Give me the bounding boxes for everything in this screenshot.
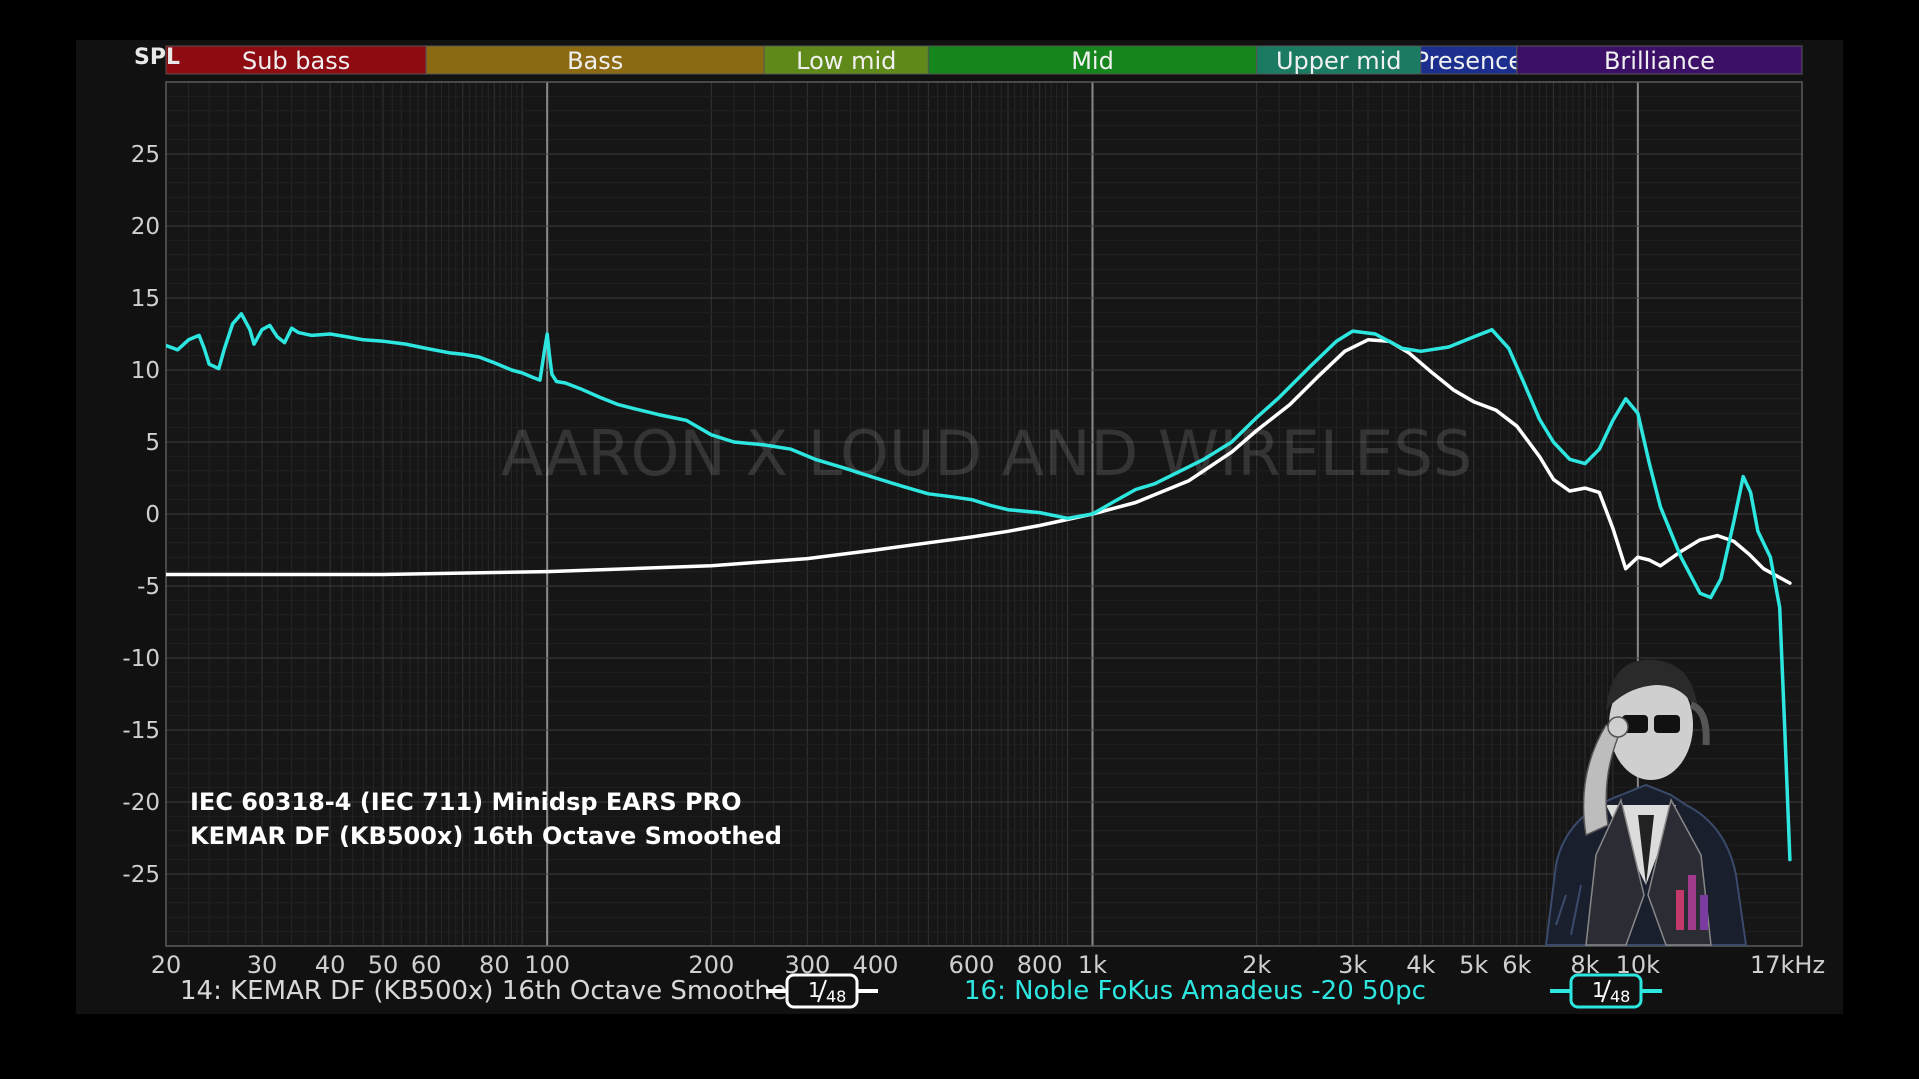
smoothing-control-noble[interactable]: 1 48 [1550,972,1662,1010]
band-label: Mid [1071,47,1114,75]
measurement-note-2: KEMAR DF (KB500x) 16th Octave Smoothed [190,822,782,850]
legend-item-noble[interactable]: 16: Noble FoKus Amadeus -20 50pc [964,974,1426,1008]
legend-label-kemar: 14: KEMAR DF (KB500x) 16th Octave Smooth… [180,976,804,1006]
y-tick-label: 0 [145,502,160,528]
y-axis-label: SPL [134,45,180,70]
frequency-band-bar: Sub bass Bass Low mid Mid Upper mid Presence B… [165,45,1803,75]
y-tick-label: -15 [122,718,160,744]
y-tick-label: -10 [122,646,160,672]
graph-panel: Sub bass Bass Low mid Mid Upper mid Presence B… [76,40,1843,1014]
y-tick-label: -20 [122,790,160,816]
watermark: AARON X LOUD AND WIRELESS [501,417,1472,490]
smoothing-denominator: 48 [826,987,846,1006]
band-label: Brilliance [1604,47,1715,75]
y-tick-label: 20 [131,214,160,240]
x-tick-label: 17kHz [1750,951,1825,979]
y-tick-label: -25 [122,862,160,888]
y-tick-label: 5 [145,430,160,456]
band-label: Low mid [796,47,896,75]
x-tick-label: 20 [151,951,182,979]
y-tick-label: 25 [131,142,160,168]
y-tick-label: 15 [131,286,160,312]
band-label: Sub bass [242,47,350,75]
y-ticks: 25 20 15 10 5 0 -5 -10 -15 -20 -25 [122,142,160,888]
x-tick-label: 6k [1502,951,1531,979]
band-label: Upper mid [1276,47,1402,75]
smoothing-control-kemar[interactable]: 1 48 [766,972,878,1010]
legend-item-kemar[interactable]: 14: KEMAR DF (KB500x) 16th Octave Smooth… [180,974,803,1008]
smoothing-denominator: 48 [1610,987,1630,1006]
band-label: Bass [567,47,623,75]
x-tick-label: 5k [1459,951,1488,979]
y-tick-label: 10 [131,358,160,384]
frequency-response-chart: Sub bass Bass Low mid Mid Upper mid Presence B… [122,45,1825,979]
legend-label-noble: 16: Noble FoKus Amadeus -20 50pc [964,976,1426,1006]
band-label: Presence [1415,47,1524,75]
measurement-note-1: IEC 60318-4 (IEC 711) Minidsp EARS PRO [190,788,741,816]
y-tick-label: -5 [137,574,160,600]
